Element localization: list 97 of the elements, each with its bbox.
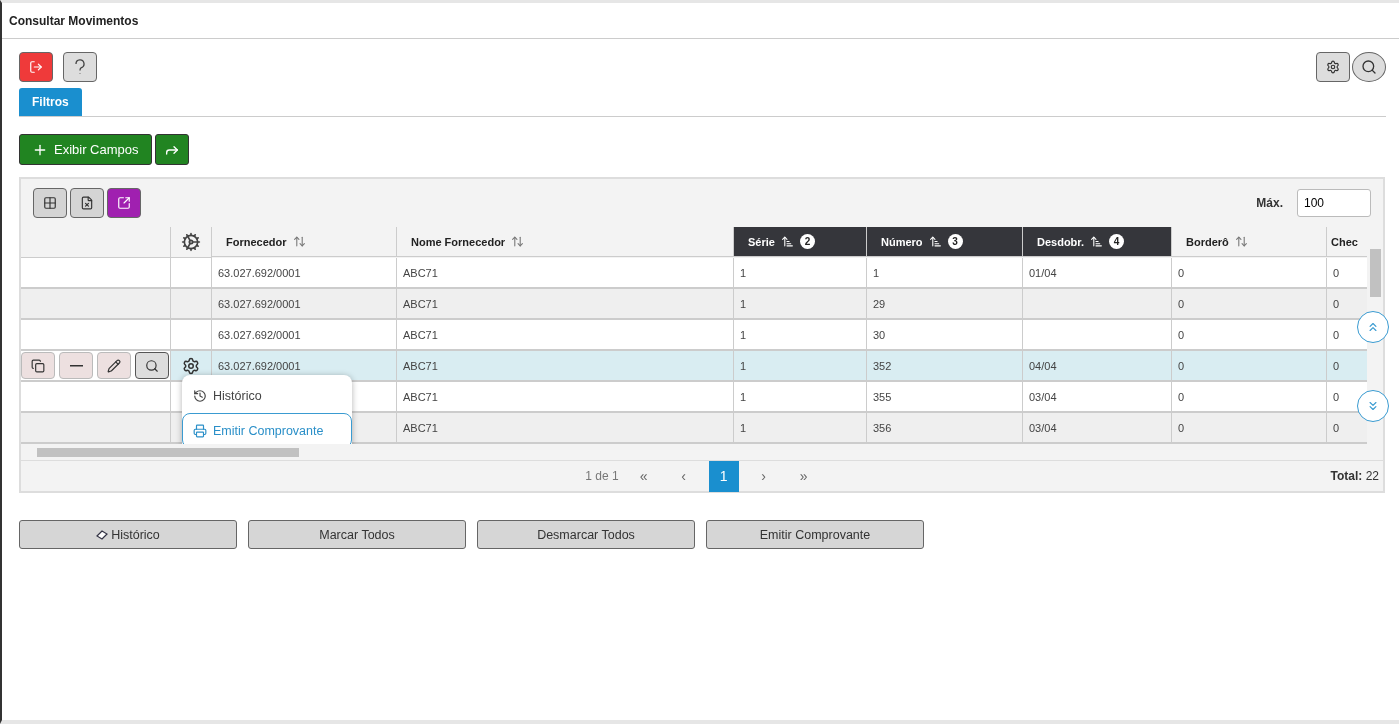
table-cell: 1: [867, 258, 1023, 289]
sort-asc-icon: [928, 235, 942, 248]
table-cell: ABC71: [397, 289, 734, 320]
table-cell: 1: [734, 258, 867, 289]
next-page-button[interactable]: ›: [748, 460, 779, 492]
grid-icon: [43, 196, 57, 210]
table-cell: 352: [867, 351, 1023, 382]
table-cell: 0: [1172, 382, 1327, 413]
table-cell: 63.027.692/0001: [212, 289, 397, 320]
table-cell: 355: [867, 382, 1023, 413]
table-cell: 0: [1172, 351, 1327, 382]
action-button[interactable]: Histórico: [19, 520, 237, 549]
action-button[interactable]: Emitir Comprovante: [706, 520, 924, 549]
history-icon: [193, 388, 207, 403]
table-cell: 03/04: [1023, 413, 1172, 444]
expand-button[interactable]: [107, 188, 141, 218]
copy-icon: [31, 358, 45, 373]
table-cell: 63.027.692/0001: [212, 320, 397, 351]
table-cell: 0: [1327, 351, 1367, 382]
double-chevron-down-icon: [1366, 399, 1380, 413]
sort-order-badge: 4: [1109, 234, 1125, 249]
settings-button[interactable]: [1316, 52, 1350, 82]
table-cell: [171, 289, 212, 320]
page-summary: 1 de 1: [585, 469, 619, 483]
table-cell: ABC71: [397, 320, 734, 351]
max-label: Máx.: [1256, 196, 1283, 210]
table-cell: 0: [1327, 258, 1367, 289]
table-cell: 0: [1327, 289, 1367, 320]
max-field[interactable]: 100: [1297, 189, 1371, 217]
action-button[interactable]: Desmarcar Todos: [477, 520, 695, 549]
table-cell: 29: [867, 289, 1023, 320]
column-header[interactable]: Série 2: [734, 227, 867, 257]
sort-icon: [1234, 235, 1248, 248]
share-button[interactable]: [154, 134, 189, 165]
printer-icon: [193, 423, 207, 438]
grid-button[interactable]: [33, 188, 67, 218]
table-cell: 356: [867, 413, 1023, 444]
search-icon: [145, 358, 159, 373]
sort-asc-icon: [1090, 235, 1104, 248]
sort-order-badge: 2: [799, 234, 815, 249]
table-cell: 63.027.692/0001: [212, 258, 397, 289]
table-cell: 0: [1172, 320, 1327, 351]
table-cell: 30: [867, 320, 1023, 351]
pencil-icon: [107, 358, 121, 373]
table-cell: ABC71: [397, 413, 734, 444]
first-page-button[interactable]: «: [628, 460, 659, 492]
sort-icon: [292, 235, 306, 248]
table-cell: 03/04: [1023, 382, 1172, 413]
table-cell: 1: [734, 351, 867, 382]
scrollbar-thumb[interactable]: [1370, 249, 1381, 297]
total-count: Total: 22: [1330, 469, 1379, 483]
copy-button[interactable]: [21, 352, 55, 379]
table-cell: 0: [1327, 413, 1367, 444]
sort-icon: [511, 235, 525, 248]
gears-icon[interactable]: [181, 232, 201, 252]
page-button[interactable]: 1: [708, 460, 739, 492]
column-header[interactable]: Número 3: [867, 227, 1023, 257]
search-button[interactable]: [1352, 52, 1386, 82]
sort-asc-icon: [780, 235, 794, 248]
gear-icon[interactable]: [182, 356, 200, 375]
file-x-icon: [80, 196, 94, 210]
table-cell: ABC71: [397, 258, 734, 289]
last-page-button[interactable]: »: [788, 460, 819, 492]
column-header[interactable]: Desdobr. 4: [1023, 227, 1172, 257]
table-cell: 1: [734, 382, 867, 413]
column-header[interactable]: Nome Fornecedor: [397, 227, 734, 257]
excel-button[interactable]: [70, 188, 104, 218]
exit-button[interactable]: [19, 52, 53, 82]
settings-icon: [1326, 60, 1340, 74]
column-header[interactable]: Borderô: [1172, 227, 1327, 257]
double-chevron-up-icon: [1366, 320, 1380, 334]
table-cell: 0: [1172, 258, 1327, 289]
help-icon: [75, 59, 85, 75]
table-cell: 1: [734, 289, 867, 320]
edit-button[interactable]: [97, 352, 131, 379]
scrollbar-thumb[interactable]: [37, 448, 299, 457]
search-icon: [1361, 59, 1377, 75]
sort-order-badge: 3: [947, 234, 963, 249]
table-cell: 1: [734, 413, 867, 444]
action-button[interactable]: Marcar Todos: [248, 520, 466, 549]
filter-tab[interactable]: Filtros: [19, 88, 82, 116]
table-cell: ABC71: [397, 351, 734, 382]
table-cell: 04/04: [1023, 351, 1172, 382]
table-cell: ABC71: [397, 382, 734, 413]
table-cell: 01/04: [1023, 258, 1172, 289]
column-header[interactable]: Fornecedor: [212, 227, 397, 257]
table-cell: 1: [734, 320, 867, 351]
show-fields-button[interactable]: Exibir Campos: [19, 134, 152, 165]
table-cell: 0: [1172, 413, 1327, 444]
view-button[interactable]: [135, 352, 169, 379]
previous-page-button[interactable]: ‹: [668, 460, 699, 492]
minus-icon: [69, 364, 83, 367]
window-title: Consultar Movimentos: [2, 3, 1399, 39]
table-cell: 0: [1172, 289, 1327, 320]
exit-icon: [29, 60, 43, 74]
expand-icon: [117, 196, 131, 210]
help-button[interactable]: [63, 52, 97, 82]
